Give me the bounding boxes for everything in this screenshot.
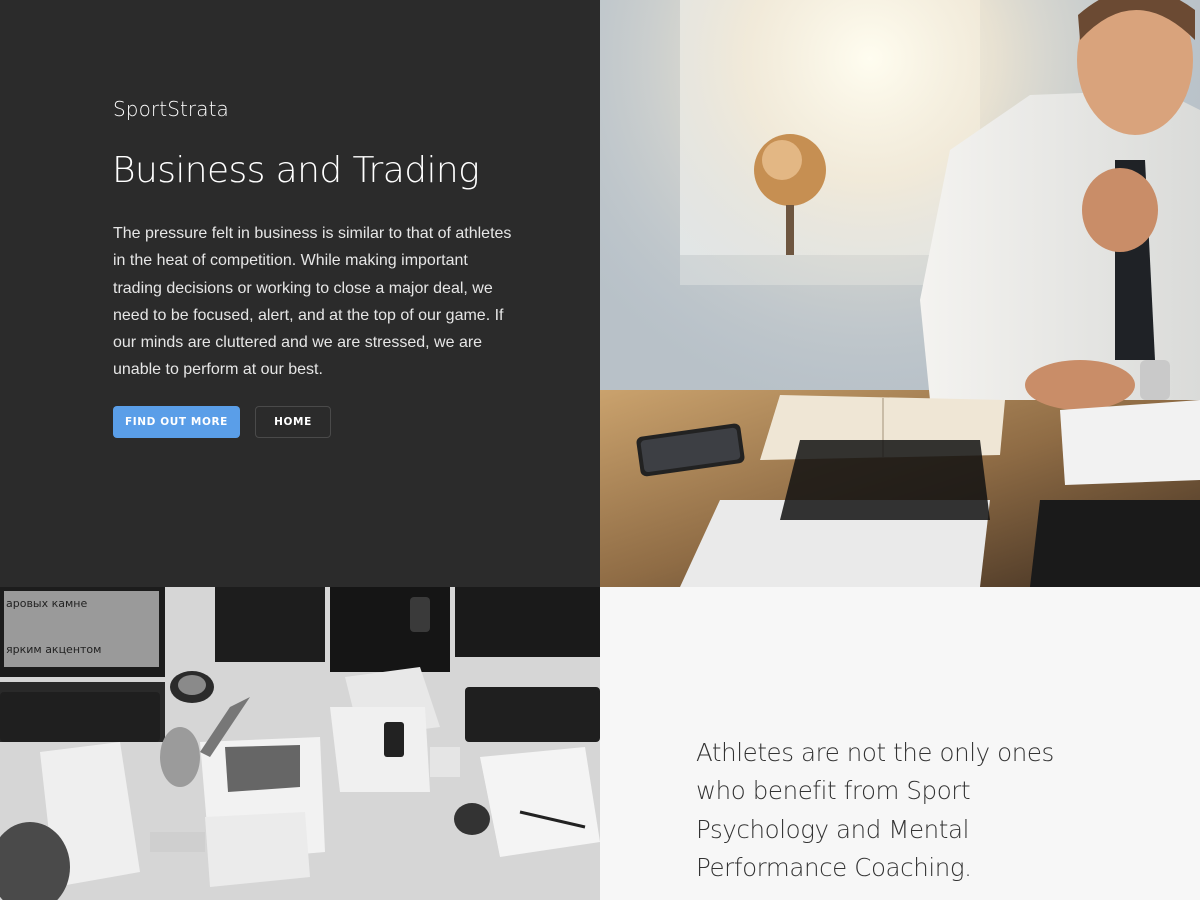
quote-text: Athletes are not the only ones who benef… [696,738,1054,882]
quote-panel: Athletes are not the only ones who benef… [600,587,1200,900]
monitor-text-line2: ярким акцентом [6,643,101,656]
brand-logo[interactable]: SportStrata [113,97,229,121]
find-out-more-button[interactable]: FIND OUT MORE [113,406,240,438]
businessman-photo-art [600,0,1200,587]
hero-panel: SportStrata Business and Trading The pre… [0,0,600,587]
office-desk-photo: аровых камне ярким акцентом [0,587,600,900]
hero-description: The pressure felt in business is similar… [113,225,512,379]
monitor-text-line1: аровых камне [6,597,88,610]
businessman-photo [600,0,1200,587]
home-button[interactable]: HOME [255,406,331,438]
office-desk-photo-art: аровых камне ярким акцентом [0,587,600,900]
page-title: Business and Trading [112,150,480,191]
